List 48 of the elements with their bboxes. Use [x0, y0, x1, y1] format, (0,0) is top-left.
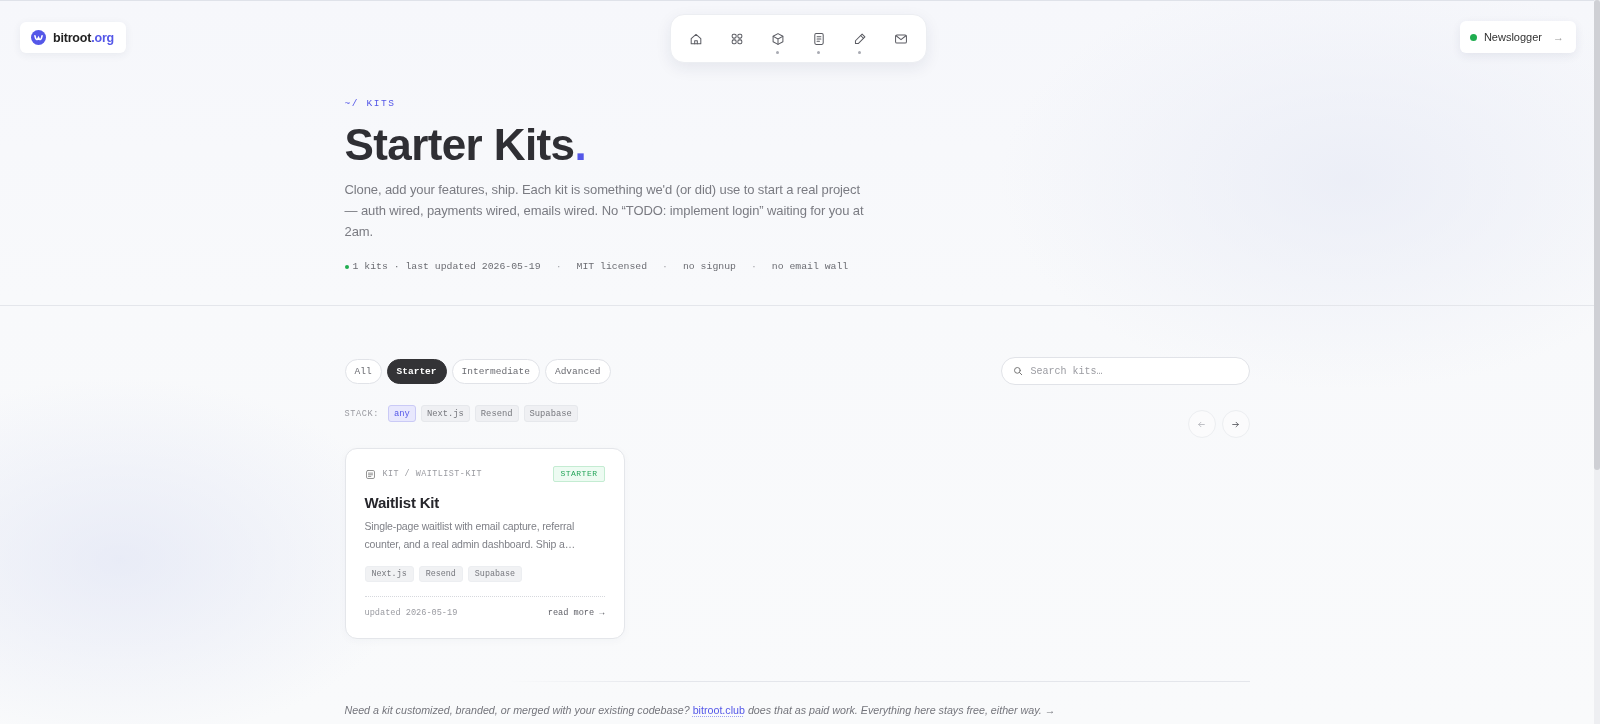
- home-icon: [688, 31, 703, 46]
- meta-separator: ·: [662, 260, 668, 274]
- arrow-left-icon: [1197, 419, 1206, 429]
- document-icon: [364, 468, 376, 480]
- filter-tab[interactable]: Advanced: [544, 358, 611, 384]
- kit-path: KIT / WAITLIST-KIT: [382, 469, 483, 479]
- grid-icon: [729, 31, 744, 46]
- search-field[interactable]: Search kits…: [1000, 357, 1250, 385]
- page-title: Starter Kits.: [344, 121, 588, 169]
- document-icon: [811, 31, 826, 46]
- mail-icon: [893, 31, 908, 46]
- footer-link[interactable]: bitroot.club: [692, 704, 745, 716]
- meta-separator: ·: [750, 260, 757, 274]
- status-dot-icon: [344, 265, 349, 269]
- stack-filter-option[interactable]: Resend: [474, 405, 519, 422]
- filter-tab[interactable]: Intermediate: [451, 358, 540, 384]
- tier-label: STARTER: [553, 466, 605, 482]
- pencil-icon: [852, 31, 867, 46]
- stack-filter-option[interactable]: Next.js: [420, 405, 470, 422]
- kit-description: Single-page waitlist with email capture, referral counter, and a real admin dashboard. Ship a…: [364, 519, 577, 552]
- kit-title: Waitlist Kit: [364, 493, 441, 513]
- stack-label: STACK:: [344, 408, 380, 419]
- filter-tab[interactable]: Starter: [386, 358, 447, 384]
- filter-tab[interactable]: All: [344, 358, 382, 384]
- kit-card[interactable]: KIT / WAITLIST-KIT STARTER Waitlist Kit Single-page waitlist with email capture, referral counter, and a real admin dashboard. Ship a… Next.js Resend Supabase updated 2026-05-19 read more →: [344, 448, 625, 639]
- arrow-right-icon: [1231, 419, 1240, 429]
- updated-date: updated 2026-05-19: [364, 607, 458, 620]
- meta-text: no signup: [683, 260, 736, 274]
- logo-icon: [31, 30, 46, 45]
- meta-text: MIT licensed: [576, 260, 648, 274]
- breadcrumb: ~/ KITS: [344, 98, 397, 110]
- meta-separator: ·: [555, 260, 562, 274]
- stack-filter-option[interactable]: any: [388, 405, 416, 422]
- stack-tag: Supabase: [467, 566, 523, 582]
- page-description: Clone, add your features, ship. Each kit is something we'd (or did) use to start a real project — auth wired, payments wired, emails wired. No “TODO: implement login” waiting for you at 2am.: [344, 181, 865, 241]
- footer-note: Need a kit customized, branded, or merged with your existing codebase? bitroot.club does that as paid work. Everything here stays free, either way. →: [344, 703, 1057, 718]
- meta-text: no email wall: [771, 260, 849, 274]
- read-more-link[interactable]: read more →: [547, 606, 605, 620]
- status-dot-icon: [1469, 33, 1477, 41]
- stack-tag: Next.js: [364, 566, 414, 582]
- stack-tag: Resend: [418, 566, 463, 582]
- logo[interactable]: bitroot.org: [20, 22, 126, 53]
- meta-text: 1 kits · last updated 2026-05-19: [352, 260, 541, 274]
- newsletter-button[interactable]: Newslogger →: [1459, 21, 1576, 53]
- stack-filter-option[interactable]: Supabase: [523, 405, 578, 422]
- search-icon: [1012, 366, 1023, 376]
- scrollbar-thumb[interactable]: [1594, 0, 1600, 470]
- cube-icon: [770, 31, 785, 46]
